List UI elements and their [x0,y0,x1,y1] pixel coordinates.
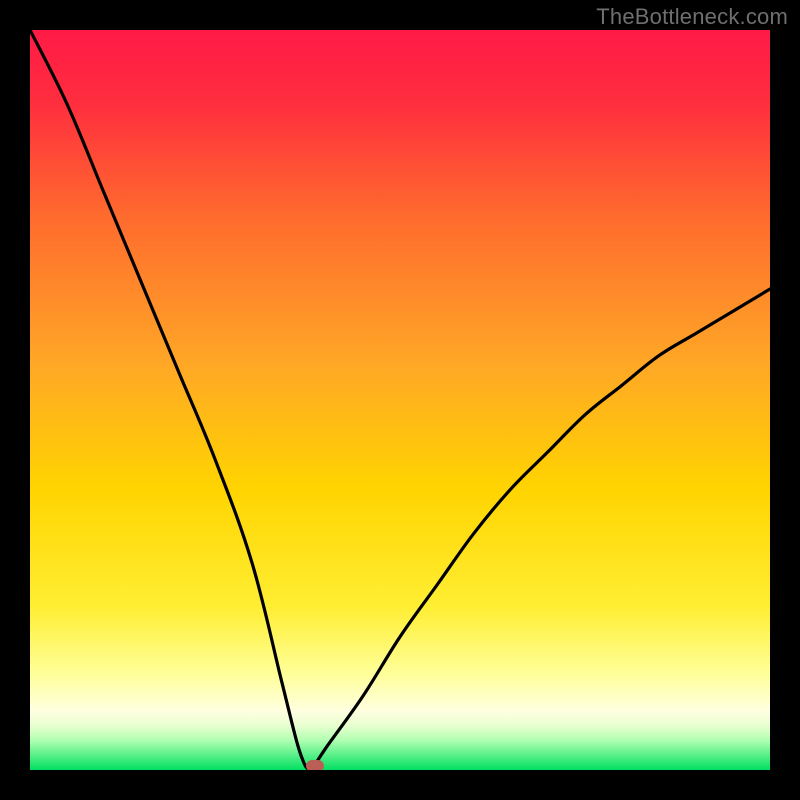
plot-area [30,30,770,770]
optimal-marker [306,760,324,770]
watermark-text: TheBottleneck.com [596,4,788,30]
chart-frame: TheBottleneck.com [0,0,800,800]
bottleneck-curve [30,30,770,770]
